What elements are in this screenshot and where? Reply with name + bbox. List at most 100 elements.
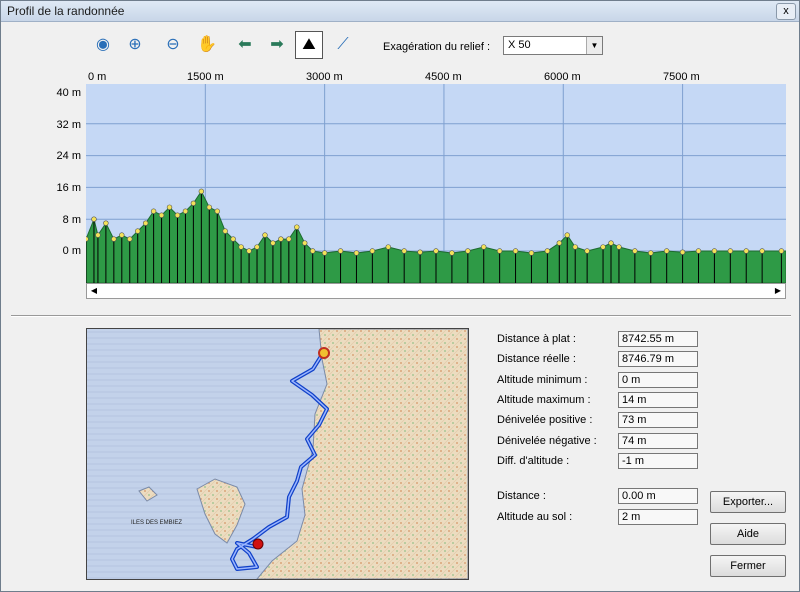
profile-point — [182, 208, 189, 214]
divider — [11, 315, 791, 317]
profile-point — [222, 228, 228, 234]
export-button[interactable]: Exporter... — [710, 491, 786, 513]
arrow-left-icon[interactable]: ⬅ — [233, 33, 257, 57]
profile-point — [206, 204, 212, 210]
start-marker-icon — [318, 347, 330, 359]
stat-value: 73 m — [618, 412, 698, 428]
elevation-profile-chart[interactable] — [86, 84, 786, 283]
scroll-right-icon[interactable]: ▶ — [771, 284, 785, 298]
zoom-in-icon[interactable]: ⊕ — [123, 33, 147, 57]
y-tick-label: 40 m — [56, 87, 81, 99]
profile-point — [270, 240, 276, 246]
exaggeration-label: Exagération du relief : — [383, 41, 491, 53]
profile-point — [600, 244, 606, 250]
stat-label: Altitude minimum : — [497, 374, 588, 386]
profile-point — [150, 208, 157, 214]
profile-point — [556, 240, 562, 246]
profile-point — [544, 248, 551, 254]
profile-point — [254, 244, 260, 250]
profile-point — [95, 232, 101, 238]
arrow-right-icon[interactable]: ➡ — [265, 33, 289, 57]
help-button[interactable]: Aide — [710, 523, 786, 545]
relief-profile-icon[interactable]: ⛰ — [295, 31, 323, 59]
profile-point — [481, 244, 487, 250]
x-tick-label: 6000 m — [544, 71, 581, 83]
profile-point — [166, 204, 173, 210]
x-tick-label: 3000 m — [306, 71, 343, 83]
profile-point — [417, 249, 423, 255]
profile-point — [743, 248, 749, 254]
profile-window: Profil de la randonnée x ◉ ⊕ ⊖ ✋ ⬅ ➡ ⛰ ⟋ Exagér… — [0, 0, 800, 592]
x-tick-label: 7500 m — [663, 71, 700, 83]
profile-point — [198, 188, 205, 195]
profile-point — [727, 248, 734, 254]
scroll-left-icon[interactable]: ◀ — [87, 284, 101, 298]
profile-point — [465, 248, 471, 254]
profile-point — [310, 248, 316, 254]
window-title: Profil de la randonnée — [7, 4, 125, 18]
profile-point — [103, 220, 109, 226]
cursor-label: Altitude au sol : — [497, 511, 573, 523]
profile-point — [158, 212, 165, 218]
end-marker-icon — [252, 538, 264, 550]
profile-point — [302, 240, 308, 246]
stat-value: -1 m — [618, 453, 698, 469]
profile-point — [262, 232, 268, 238]
stat-label: Diff. d'altitude : — [497, 455, 570, 467]
profile-point — [711, 248, 718, 254]
stat-label: Distance à plat : — [497, 333, 576, 345]
profile-point — [238, 244, 244, 250]
y-tick-label: 32 m — [56, 119, 81, 131]
zoom-out-icon[interactable]: ⊖ — [161, 33, 185, 57]
route-map[interactable]: ILES DES EMBIEZ — [86, 328, 469, 580]
profile-point — [496, 248, 503, 254]
profile-point — [190, 200, 197, 207]
cursor-value: 0.00 m — [618, 488, 698, 504]
profile-point — [778, 248, 785, 254]
y-tick-label: 0 m — [62, 245, 81, 257]
profile-point — [353, 250, 360, 256]
x-tick-label: 4500 m — [425, 71, 462, 83]
exaggeration-select[interactable]: X 50 ▼ — [503, 36, 603, 55]
profile-point — [286, 236, 292, 242]
stat-label: Dénivelée positive : — [497, 414, 593, 426]
profile-point — [127, 236, 133, 242]
map-label: ILES DES EMBIEZ — [131, 520, 182, 526]
profile-scrollbar[interactable]: ◀ ▶ — [86, 283, 786, 299]
profile-point — [433, 248, 439, 254]
profile-point — [449, 250, 455, 256]
profile-point — [111, 236, 117, 242]
profile-point — [632, 248, 638, 254]
stat-value: 0 m — [618, 372, 698, 388]
close-button[interactable]: Fermer — [710, 555, 786, 577]
profile-point — [616, 244, 622, 250]
profile-point — [214, 208, 220, 214]
title-bar: Profil de la randonnée x — [1, 1, 799, 22]
profile-point — [337, 248, 344, 254]
profile-point — [512, 248, 519, 254]
close-window-button[interactable]: x — [776, 3, 796, 20]
chevron-down-icon[interactable]: ▼ — [586, 37, 602, 54]
x-tick-label: 1500 m — [187, 71, 224, 83]
profile-point — [401, 248, 407, 254]
y-tick-label: 8 m — [62, 214, 81, 226]
y-tick-label: 24 m — [56, 150, 81, 162]
exaggeration-value: X 50 — [508, 39, 531, 51]
profile-point — [246, 248, 252, 254]
profile-point — [230, 236, 236, 242]
globe-zoom-icon[interactable]: ◉ — [91, 33, 115, 57]
profile-point — [648, 250, 654, 256]
altitude-zoom-icon[interactable]: ⟋ — [331, 33, 355, 57]
pan-hand-icon[interactable]: ✋ — [195, 33, 219, 57]
profile-point — [759, 248, 765, 254]
profile-point — [119, 232, 125, 238]
profile-point — [142, 220, 149, 226]
stat-value: 8742.55 m — [618, 331, 698, 347]
stat-label: Altitude maximum : — [497, 394, 591, 406]
x-tick-label: 0 m — [88, 71, 107, 83]
profile-point — [663, 248, 670, 254]
y-tick-label: 16 m — [56, 182, 81, 194]
profile-point — [91, 216, 97, 222]
stat-label: Dénivelée négative : — [497, 435, 597, 447]
cursor-label: Distance : — [497, 490, 546, 502]
